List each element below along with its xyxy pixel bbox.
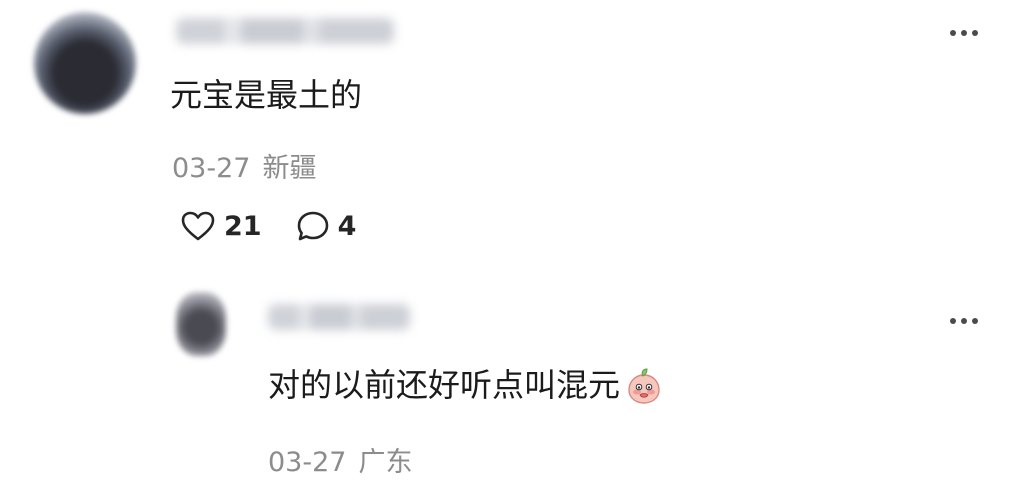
comment-thread: 元宝是最土的 03-27 新疆 21 4 对的以前还好听点叫混元 03-27 广… [0, 0, 1024, 495]
reply-text: 对的以前还好听点叫混元 [268, 366, 664, 407]
avatar[interactable] [34, 12, 136, 114]
reply-count: 4 [337, 210, 357, 242]
avatar[interactable] [176, 292, 226, 356]
reply-date: 03-27 [268, 447, 347, 478]
comment-date: 03-27 [172, 153, 251, 184]
comment-text: 元宝是最土的 [170, 76, 363, 114]
like-count: 21 [224, 210, 262, 242]
heart-icon [181, 211, 215, 241]
comment-location: 新疆 [262, 153, 317, 184]
more-dots-icon[interactable] [950, 318, 978, 324]
reply-meta: 03-27 广东 [268, 440, 412, 479]
comment-bubble-icon [297, 211, 328, 241]
comment-meta: 03-27 新疆 [172, 146, 316, 185]
comment-actions: 21 4 [180, 210, 356, 242]
like-button[interactable]: 21 [180, 210, 262, 242]
more-dots-icon[interactable] [950, 30, 978, 36]
username-blurred[interactable] [268, 304, 410, 330]
username-blurred[interactable] [176, 18, 394, 44]
reply-text-content: 对的以前还好听点叫混元 [268, 366, 621, 404]
reply-button[interactable]: 4 [296, 210, 357, 242]
reply-location: 广东 [358, 447, 413, 478]
peach-blush-emoji-icon [628, 368, 660, 404]
